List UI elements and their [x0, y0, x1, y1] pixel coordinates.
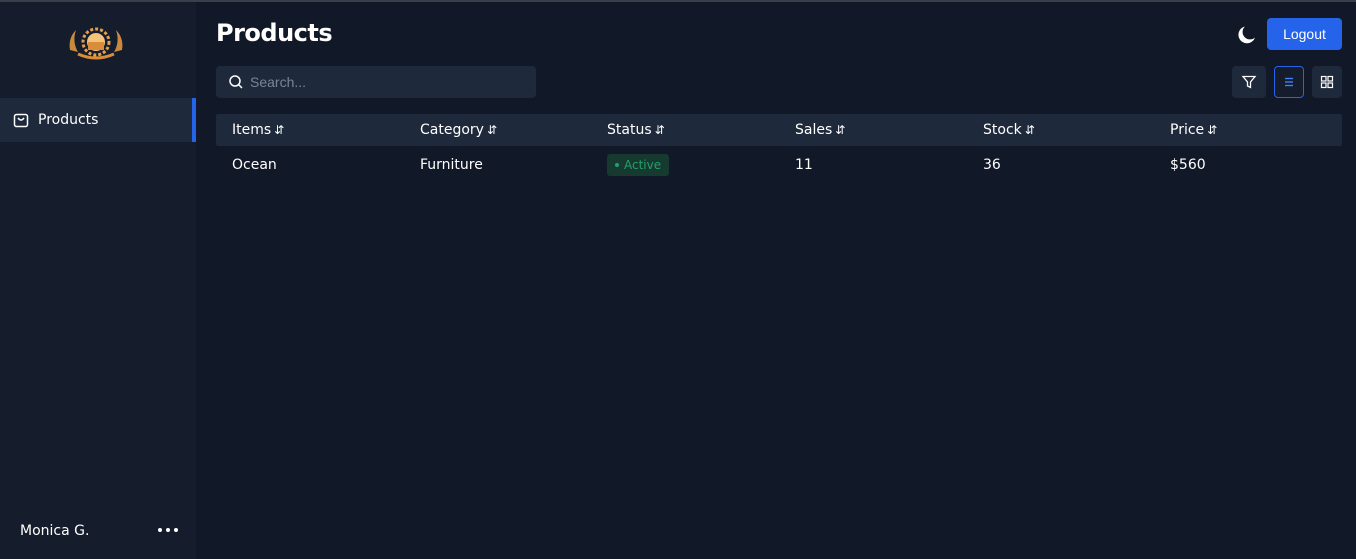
sidebar-item-products[interactable]: Products — [0, 98, 196, 142]
more-options-icon[interactable] — [156, 520, 180, 540]
search-icon — [228, 74, 244, 90]
column-header-status[interactable]: Status ⇵ — [607, 114, 665, 146]
filter-icon — [1241, 75, 1257, 89]
status-badge: Active — [607, 154, 670, 176]
table-row[interactable]: Ocean Furniture Active 11 36 $560 — [216, 148, 1342, 182]
cell-item: Ocean — [232, 157, 277, 173]
cell-stock: 36 — [983, 157, 1001, 173]
user-name: Monica G. — [20, 523, 90, 539]
active-indicator — [192, 98, 196, 142]
logo[interactable] — [64, 20, 128, 64]
sidebar: Products Monica G. — [0, 2, 196, 559]
column-header-price[interactable]: Price ⇵ — [1170, 114, 1217, 146]
grid-view-button[interactable] — [1312, 66, 1342, 98]
sort-icon: ⇵ — [486, 123, 498, 137]
list-view-button[interactable] — [1274, 66, 1304, 98]
column-header-category[interactable]: Category ⇵ — [420, 114, 497, 146]
sort-icon: ⇵ — [835, 123, 846, 137]
cell-status: Active — [607, 148, 670, 182]
logout-button[interactable]: Logout — [1267, 18, 1342, 50]
search-bar — [216, 66, 536, 98]
status-dot — [615, 163, 619, 167]
cell-sales: 11 — [795, 157, 813, 173]
sort-icon: ⇵ — [274, 123, 285, 137]
sidebar-item-label: Products — [38, 112, 99, 128]
table-header: Items ⇵ Category ⇵ Status ⇵ Sales ⇵ Stock ⇵ P… — [216, 114, 1342, 146]
cell-category: Furniture — [420, 157, 483, 173]
filter-button[interactable] — [1232, 66, 1266, 98]
column-header-items[interactable]: Items ⇵ — [232, 114, 284, 146]
sort-icon: ⇵ — [1024, 123, 1035, 137]
column-header-sales[interactable]: Sales ⇵ — [795, 114, 845, 146]
list-view-icon — [1285, 77, 1293, 87]
shopping-bag-icon — [12, 111, 30, 129]
cell-price: $560 — [1170, 157, 1206, 173]
page-title: Products — [216, 19, 333, 47]
grid-view-icon — [1320, 75, 1334, 89]
column-header-stock[interactable]: Stock ⇵ — [983, 114, 1035, 146]
sort-icon: ⇵ — [1207, 123, 1218, 137]
moon-icon[interactable] — [1235, 23, 1259, 47]
sort-icon: ⇵ — [654, 123, 665, 137]
search-input[interactable] — [250, 74, 520, 90]
